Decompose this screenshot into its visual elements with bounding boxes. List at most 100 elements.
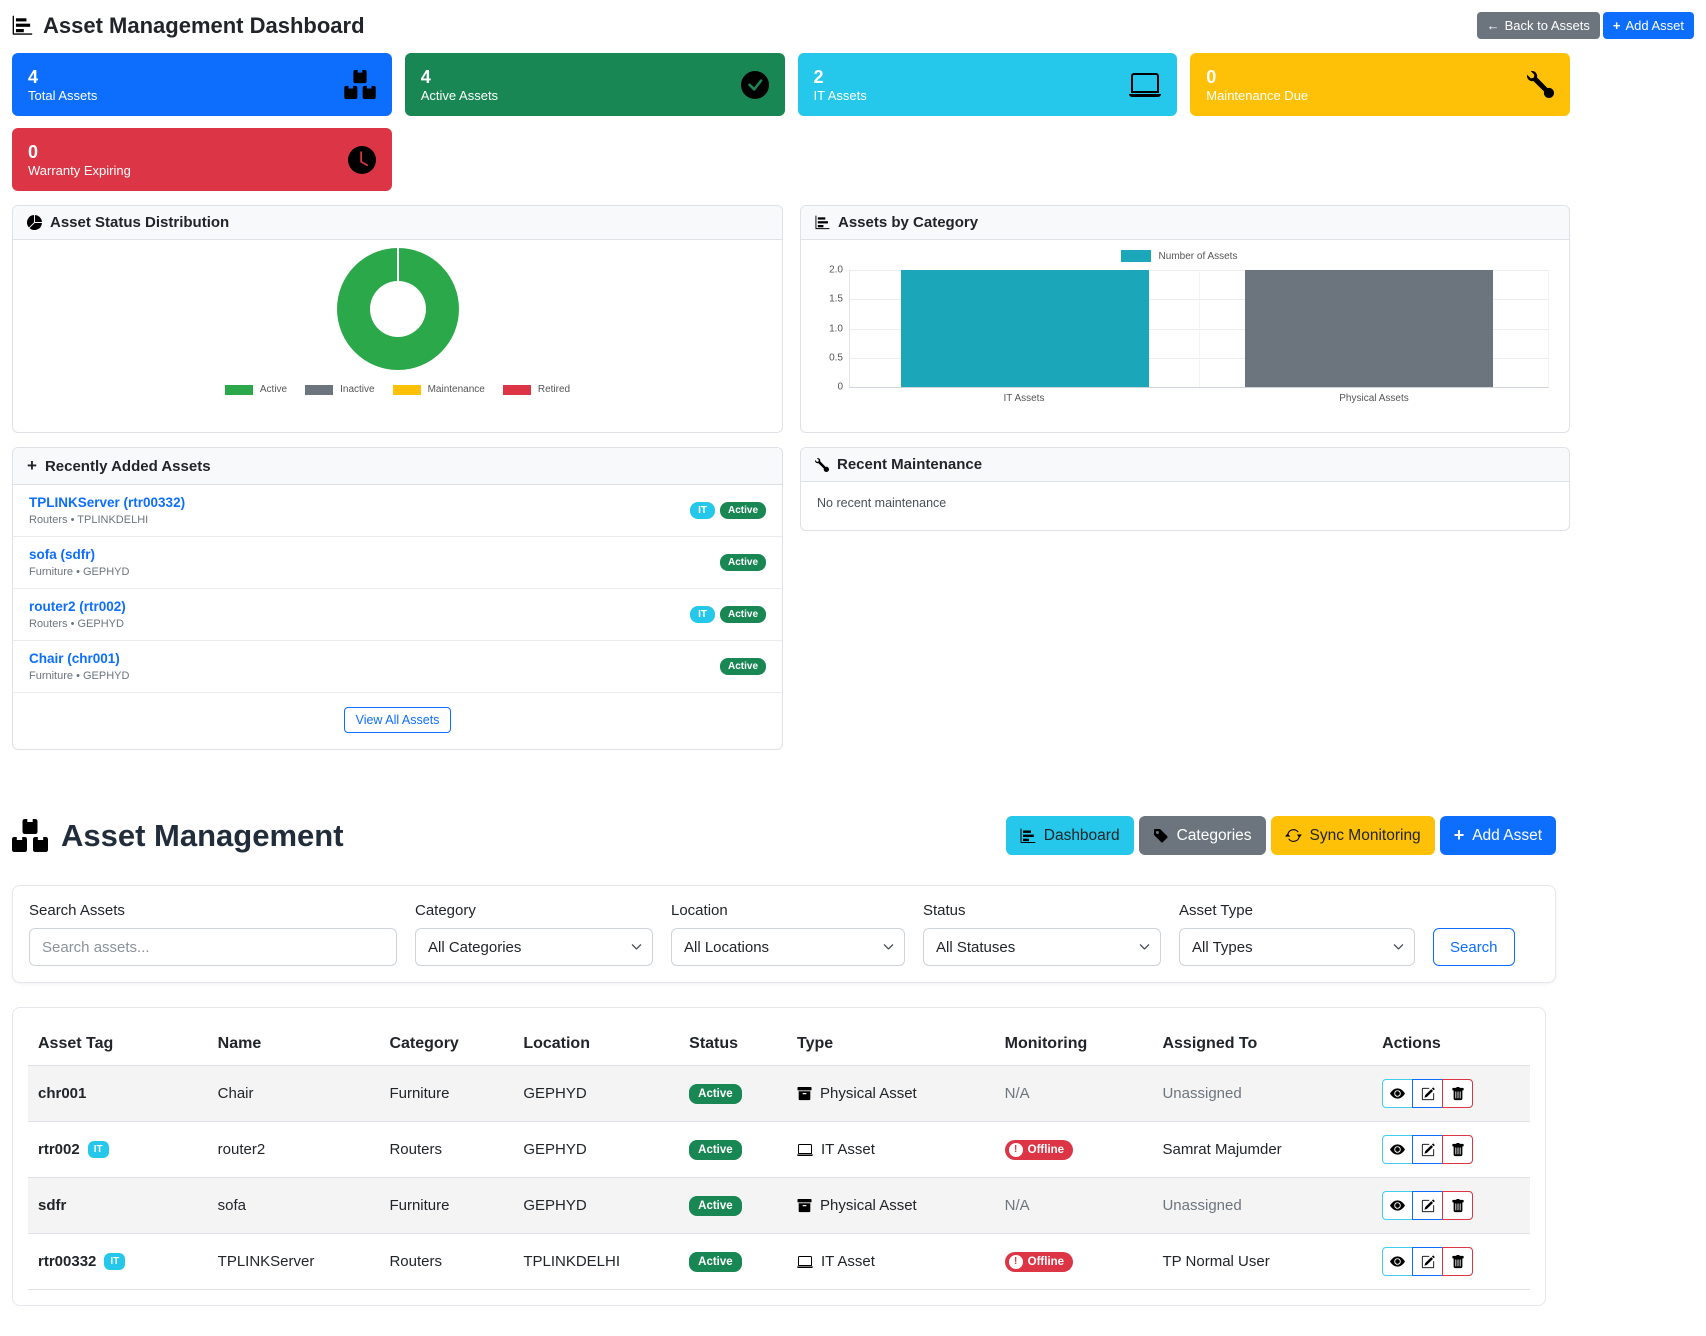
- asset-meta: Furniture • GEPHYD: [29, 670, 129, 682]
- edit-button[interactable]: [1412, 1135, 1443, 1164]
- legend-item-maintenance[interactable]: Maintenance: [393, 384, 485, 395]
- col-name: Name: [208, 1023, 380, 1066]
- trash-icon: [1451, 1199, 1465, 1213]
- legend-label: Active: [260, 384, 287, 395]
- add-asset-button-top[interactable]: + Add Asset: [1603, 12, 1694, 39]
- stat-value: 0: [28, 141, 131, 164]
- bar-it-assets[interactable]: [901, 270, 1149, 387]
- it-badge: IT: [690, 606, 715, 623]
- row-actions: [1382, 1079, 1520, 1108]
- pie-chart-icon: [27, 215, 42, 230]
- trash-icon: [1451, 1143, 1465, 1157]
- legend-item-active[interactable]: Active: [225, 384, 287, 395]
- delete-button[interactable]: [1442, 1191, 1473, 1220]
- view-all-row: View All Assets: [13, 693, 782, 749]
- laptop-icon: [1129, 69, 1161, 101]
- stat-value: 0: [1206, 66, 1308, 89]
- add-asset-button[interactable]: + Add Asset: [1440, 816, 1556, 855]
- asset-link[interactable]: sofa (sdfr): [29, 547, 129, 562]
- stat-label: Active Assets: [421, 88, 498, 103]
- delete-button[interactable]: [1442, 1247, 1473, 1276]
- view-button[interactable]: [1382, 1079, 1413, 1108]
- recent-maintenance-panel: Recent Maintenance No recent maintenance: [800, 447, 1570, 531]
- lists-row: + Recently Added Assets TPLINKServer (rt…: [12, 447, 1570, 750]
- stat-card-warranty-expiring: 0 Warranty Expiring: [12, 128, 392, 191]
- edit-button[interactable]: [1412, 1247, 1443, 1276]
- no-maintenance-text: No recent maintenance: [801, 482, 1569, 530]
- delete-button[interactable]: [1442, 1135, 1473, 1164]
- recent-assets-list: TPLINKServer (rtr00332) Routers • TPLINK…: [13, 485, 782, 749]
- category-select[interactable]: All Categories: [415, 928, 653, 966]
- asset-meta: Furniture • GEPHYD: [29, 566, 129, 578]
- exclamation-circle-icon: [1009, 1255, 1023, 1269]
- bar-physical-assets[interactable]: [1245, 270, 1493, 387]
- view-button[interactable]: [1382, 1247, 1413, 1276]
- edit-button[interactable]: [1412, 1191, 1443, 1220]
- asset-link[interactable]: TPLINKServer (rtr00332): [29, 495, 185, 510]
- legend-item-inactive[interactable]: Inactive: [305, 384, 374, 395]
- status-select[interactable]: All Statuses: [923, 928, 1161, 966]
- asset-link[interactable]: Chair (chr001): [29, 651, 129, 666]
- stat-card-active-assets: 4 Active Assets: [405, 53, 785, 116]
- search-button[interactable]: Search: [1433, 928, 1515, 966]
- recent-maintenance-panel-header: Recent Maintenance: [801, 448, 1569, 482]
- asset-badges: Active: [720, 658, 766, 675]
- asset-name: router2: [208, 1122, 380, 1178]
- status-badge: Active: [689, 1252, 742, 1272]
- bar-chart-legend[interactable]: Number of Assets: [809, 250, 1549, 262]
- status-badge: Active: [720, 554, 766, 571]
- doughnut-segment-gap: [397, 248, 399, 281]
- list-item-text: sofa (sdfr) Furniture • GEPHYD: [29, 547, 129, 578]
- legend-swatch: [225, 385, 253, 395]
- assigned-to: TP Normal User: [1162, 1253, 1269, 1270]
- col-status: Status: [679, 1023, 787, 1066]
- laptop-icon: [797, 1254, 813, 1270]
- pencil-square-icon: [1421, 1199, 1435, 1213]
- search-input[interactable]: [29, 928, 397, 966]
- management-title-text: Asset Management: [61, 818, 344, 854]
- sync-monitoring-button-label: Sync Monitoring: [1310, 827, 1421, 845]
- asset-type-select[interactable]: All Types: [1179, 928, 1415, 966]
- list-item: TPLINKServer (rtr00332) Routers • TPLINK…: [13, 485, 782, 537]
- status-select-wrap: All Statuses: [923, 928, 1161, 966]
- location-select-wrap: All Locations: [671, 928, 905, 966]
- assets-table-card: Asset Tag Name Category Location Status …: [12, 1007, 1546, 1306]
- list-item: sofa (sdfr) Furniture • GEPHYD Active: [13, 537, 782, 589]
- back-to-assets-button[interactable]: ← Back to Assets: [1477, 12, 1600, 39]
- doughnut-chart: Active Inactive Maintenance Retired: [13, 240, 782, 432]
- categories-button[interactable]: Categories: [1139, 816, 1266, 855]
- asset-tag: rtr002: [38, 1141, 80, 1158]
- location-select[interactable]: All Locations: [671, 928, 905, 966]
- y-tick: 2.0: [829, 265, 843, 276]
- doughnut-ring: [337, 248, 459, 370]
- plus-icon: +: [1454, 825, 1465, 846]
- list-item-text: router2 (rtr002) Routers • GEPHYD: [29, 599, 126, 630]
- doughnut-legend: Active Inactive Maintenance Retired: [225, 384, 570, 395]
- page-title-text: Asset Management Dashboard: [43, 13, 365, 39]
- eye-icon: [1390, 1198, 1405, 1213]
- charts-row: Asset Status Distribution Active Inactiv…: [12, 205, 1570, 433]
- y-tick: 0: [837, 382, 843, 393]
- edit-button[interactable]: [1412, 1079, 1443, 1108]
- categories-button-label: Categories: [1177, 827, 1252, 845]
- view-button[interactable]: [1382, 1191, 1413, 1220]
- legend-label: Number of Assets: [1159, 251, 1238, 262]
- view-all-assets-button[interactable]: View All Assets: [344, 707, 452, 733]
- status-badge: Active: [720, 502, 766, 519]
- legend-item-retired[interactable]: Retired: [503, 384, 570, 395]
- search-group: Search Assets: [29, 902, 397, 966]
- asset-badges: ITActive: [690, 606, 766, 623]
- category-label: Category: [415, 902, 653, 919]
- asset-name: Chair: [208, 1066, 380, 1122]
- stat-card-text: 0 Maintenance Due: [1206, 66, 1308, 104]
- list-item-text: Chair (chr001) Furniture • GEPHYD: [29, 651, 129, 682]
- asset-name: TPLINKServer: [208, 1234, 380, 1290]
- asset-status-panel-header: Asset Status Distribution: [13, 206, 782, 240]
- view-button[interactable]: [1382, 1135, 1413, 1164]
- sync-monitoring-button[interactable]: Sync Monitoring: [1271, 816, 1435, 855]
- x-tick: Physical Assets: [1199, 393, 1549, 404]
- dashboard-button[interactable]: Dashboard: [1006, 816, 1134, 855]
- status-label: Status: [923, 902, 1161, 919]
- asset-link[interactable]: router2 (rtr002): [29, 599, 126, 614]
- delete-button[interactable]: [1442, 1079, 1473, 1108]
